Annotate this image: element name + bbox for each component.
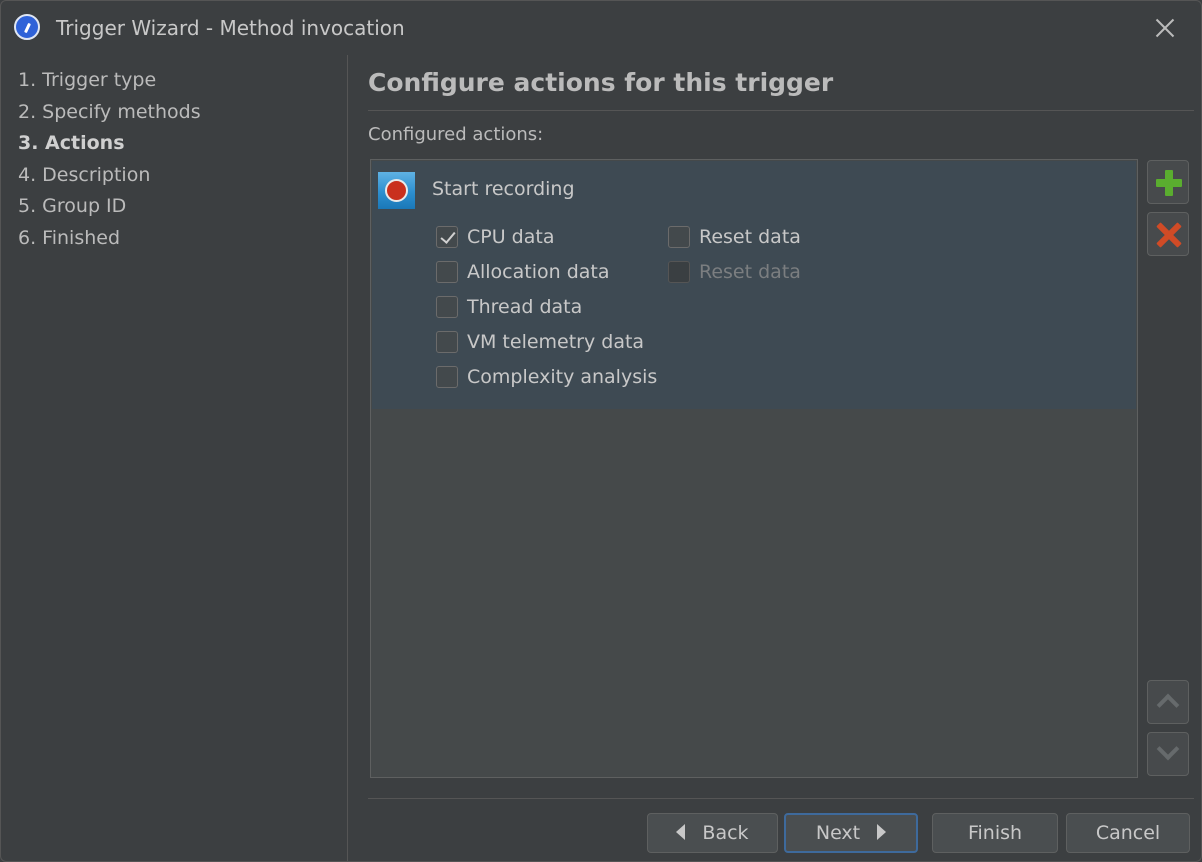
checkbox-label: CPU data	[467, 226, 555, 248]
complexity-analysis-checkbox[interactable]	[436, 366, 458, 388]
heading-divider	[368, 110, 1194, 111]
checkbox-label: VM telemetry data	[467, 331, 645, 353]
chevron-up-icon	[1156, 693, 1180, 717]
record-icon	[378, 172, 415, 209]
back-button-label: Back	[702, 822, 749, 844]
step-actions: 3. Actions	[18, 132, 125, 154]
checkbox-label: Complexity analysis	[467, 366, 658, 388]
trigger-wizard-window: Trigger Wizard - Method invocation 1. Tr…	[0, 0, 1202, 862]
finish-button-label: Finish	[967, 822, 1023, 844]
profiler-gauge-icon	[14, 14, 40, 40]
back-button[interactable]: Back	[647, 813, 778, 853]
page-title: Configure actions for this trigger	[368, 68, 834, 97]
cpu-data-checkbox[interactable]	[436, 226, 458, 248]
checkbox-label: Thread data	[467, 296, 583, 318]
add-action-button[interactable]	[1147, 160, 1189, 204]
thread-data-checkbox[interactable]	[436, 296, 458, 318]
move-up-button[interactable]	[1147, 680, 1189, 724]
remove-action-button[interactable]	[1147, 212, 1189, 256]
triangle-right-icon	[877, 824, 887, 840]
action-start-recording[interactable]: Start recording CPU data Allocation data…	[372, 161, 1136, 409]
configured-actions-label: Configured actions:	[368, 124, 544, 145]
vm-telemetry-data-checkbox[interactable]	[436, 331, 458, 353]
move-down-button[interactable]	[1147, 732, 1189, 776]
wizard-steps: 1. Trigger type 2. Specify methods 3. Ac…	[18, 65, 201, 254]
triangle-left-icon	[676, 824, 686, 840]
title-bar[interactable]: Trigger Wizard - Method invocation	[1, 1, 1201, 55]
step-finished: 6. Finished	[18, 226, 121, 249]
chevron-down-icon	[1156, 737, 1180, 761]
checkbox-label: Reset data	[699, 261, 801, 283]
window-title: Trigger Wizard - Method invocation	[56, 16, 405, 40]
checkbox-label: Allocation data	[467, 261, 610, 283]
reset-allocation-data-checkbox	[668, 261, 690, 283]
next-button[interactable]: Next	[784, 813, 918, 853]
next-button-label: Next	[815, 822, 861, 844]
vertical-divider	[347, 55, 348, 861]
cancel-button-label: Cancel	[1095, 822, 1161, 844]
step-group-id: 5. Group ID	[18, 195, 127, 217]
step-specify-methods: 2. Specify methods	[18, 100, 201, 123]
allocation-data-checkbox[interactable]	[436, 261, 458, 283]
configured-actions-list[interactable]: Start recording CPU data Allocation data…	[370, 159, 1138, 778]
checkbox-label: Reset data	[699, 226, 801, 248]
reset-cpu-data-checkbox[interactable]	[668, 226, 690, 248]
step-description: 4. Description	[18, 163, 151, 186]
cancel-button[interactable]: Cancel	[1066, 813, 1190, 853]
close-icon[interactable]	[1152, 15, 1178, 41]
step-trigger-type: 1. Trigger type	[18, 69, 157, 91]
finish-button[interactable]: Finish	[932, 813, 1058, 853]
action-name: Start recording	[432, 178, 575, 200]
footer-divider	[368, 798, 1194, 799]
